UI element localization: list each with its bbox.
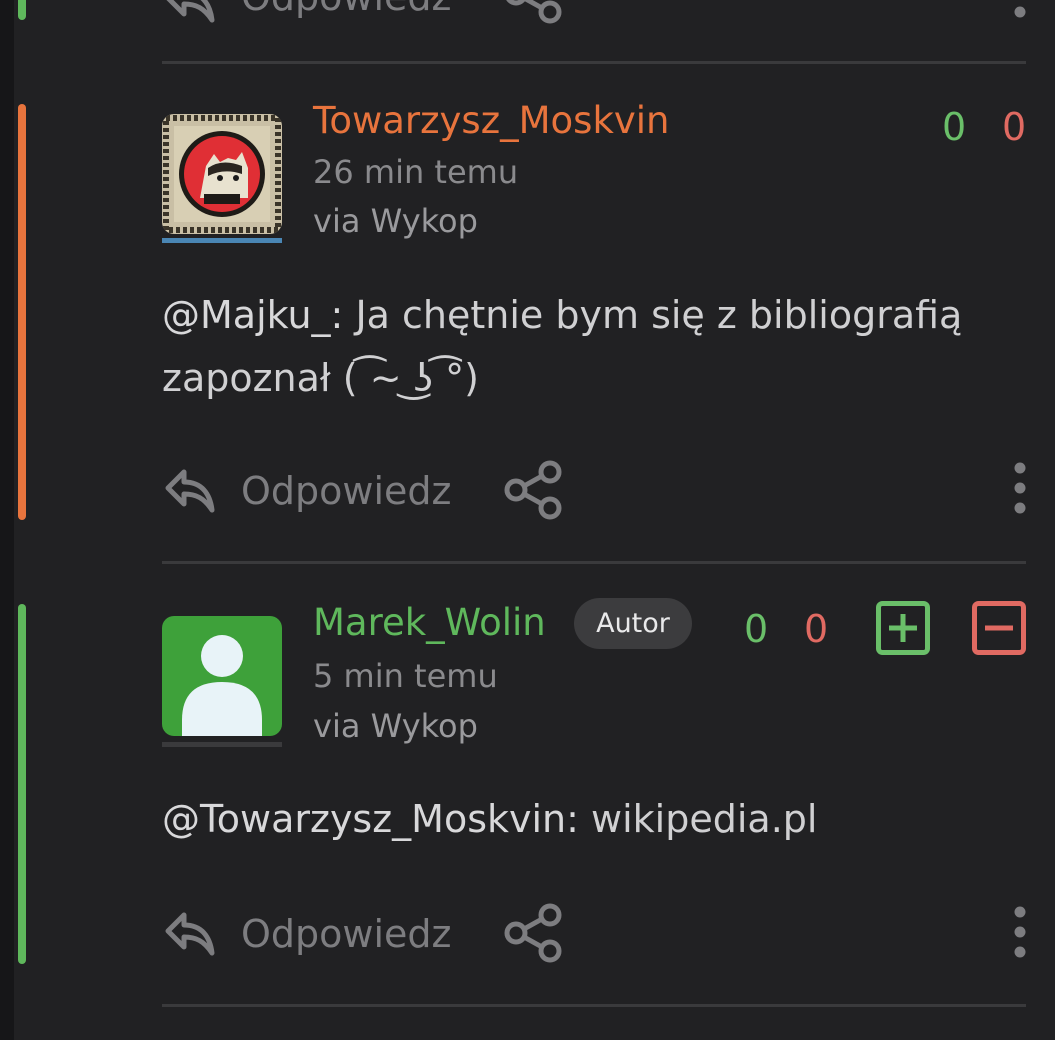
left-edge bbox=[0, 0, 14, 1040]
share-icon[interactable] bbox=[502, 458, 566, 522]
more-options-icon[interactable] bbox=[1010, 904, 1030, 960]
reply-icon[interactable] bbox=[162, 0, 218, 28]
comment-source: via Wykop bbox=[313, 202, 478, 240]
comment-username[interactable]: Marek_Wolin bbox=[313, 604, 546, 641]
reply-icon[interactable] bbox=[162, 462, 218, 518]
upvote-count: 0 bbox=[744, 607, 769, 651]
upvote-count: 0 bbox=[942, 105, 967, 149]
comment-divider bbox=[162, 61, 1026, 64]
more-options-icon[interactable] bbox=[1010, 0, 1030, 20]
comment-username[interactable]: Towarzysz_Moskvin bbox=[313, 102, 670, 139]
author-badge: Autor bbox=[574, 598, 692, 649]
avatar-underline bbox=[162, 238, 282, 243]
reply-icon[interactable] bbox=[162, 905, 218, 961]
downvote-count: 0 bbox=[804, 607, 829, 651]
reply-button[interactable]: Odpowiedz bbox=[241, 915, 451, 953]
share-icon[interactable] bbox=[502, 901, 566, 965]
user-avatar[interactable] bbox=[162, 114, 282, 234]
comment-body: @Majku_: Ja chętnie bym się z bibliograf… bbox=[162, 284, 1026, 410]
share-icon[interactable] bbox=[502, 0, 566, 26]
cat-portrait-avatar-icon bbox=[162, 114, 282, 234]
comment-divider bbox=[162, 1004, 1026, 1007]
thread-line-author bbox=[18, 604, 26, 964]
comment-source: via Wykop bbox=[313, 707, 478, 745]
comment-timestamp: 26 min temu bbox=[313, 153, 519, 191]
comment-mention[interactable]: @Towarzysz_Moskvin: bbox=[162, 797, 579, 841]
comment-text[interactable]: wikipedia.pl bbox=[579, 797, 817, 841]
default-user-avatar-icon bbox=[182, 635, 262, 736]
comment-divider bbox=[162, 561, 1026, 564]
upvote-plus-button[interactable] bbox=[876, 601, 930, 655]
reply-button[interactable]: Odpowiedz bbox=[241, 472, 451, 510]
thread-line-previous bbox=[18, 0, 26, 20]
comment-timestamp: 5 min temu bbox=[313, 657, 498, 695]
downvote-count: 0 bbox=[1002, 105, 1027, 149]
avatar-underline bbox=[162, 742, 282, 747]
thread-line-op bbox=[18, 104, 26, 520]
reply-button[interactable]: Odpowiedz bbox=[241, 0, 451, 16]
comment-body: @Towarzysz_Moskvin: wikipedia.pl bbox=[162, 788, 1026, 851]
comment-mention[interactable]: @Majku_: bbox=[162, 293, 343, 337]
downvote-minus-button[interactable] bbox=[972, 601, 1026, 655]
user-avatar[interactable] bbox=[162, 616, 282, 736]
more-options-icon[interactable] bbox=[1010, 460, 1030, 516]
